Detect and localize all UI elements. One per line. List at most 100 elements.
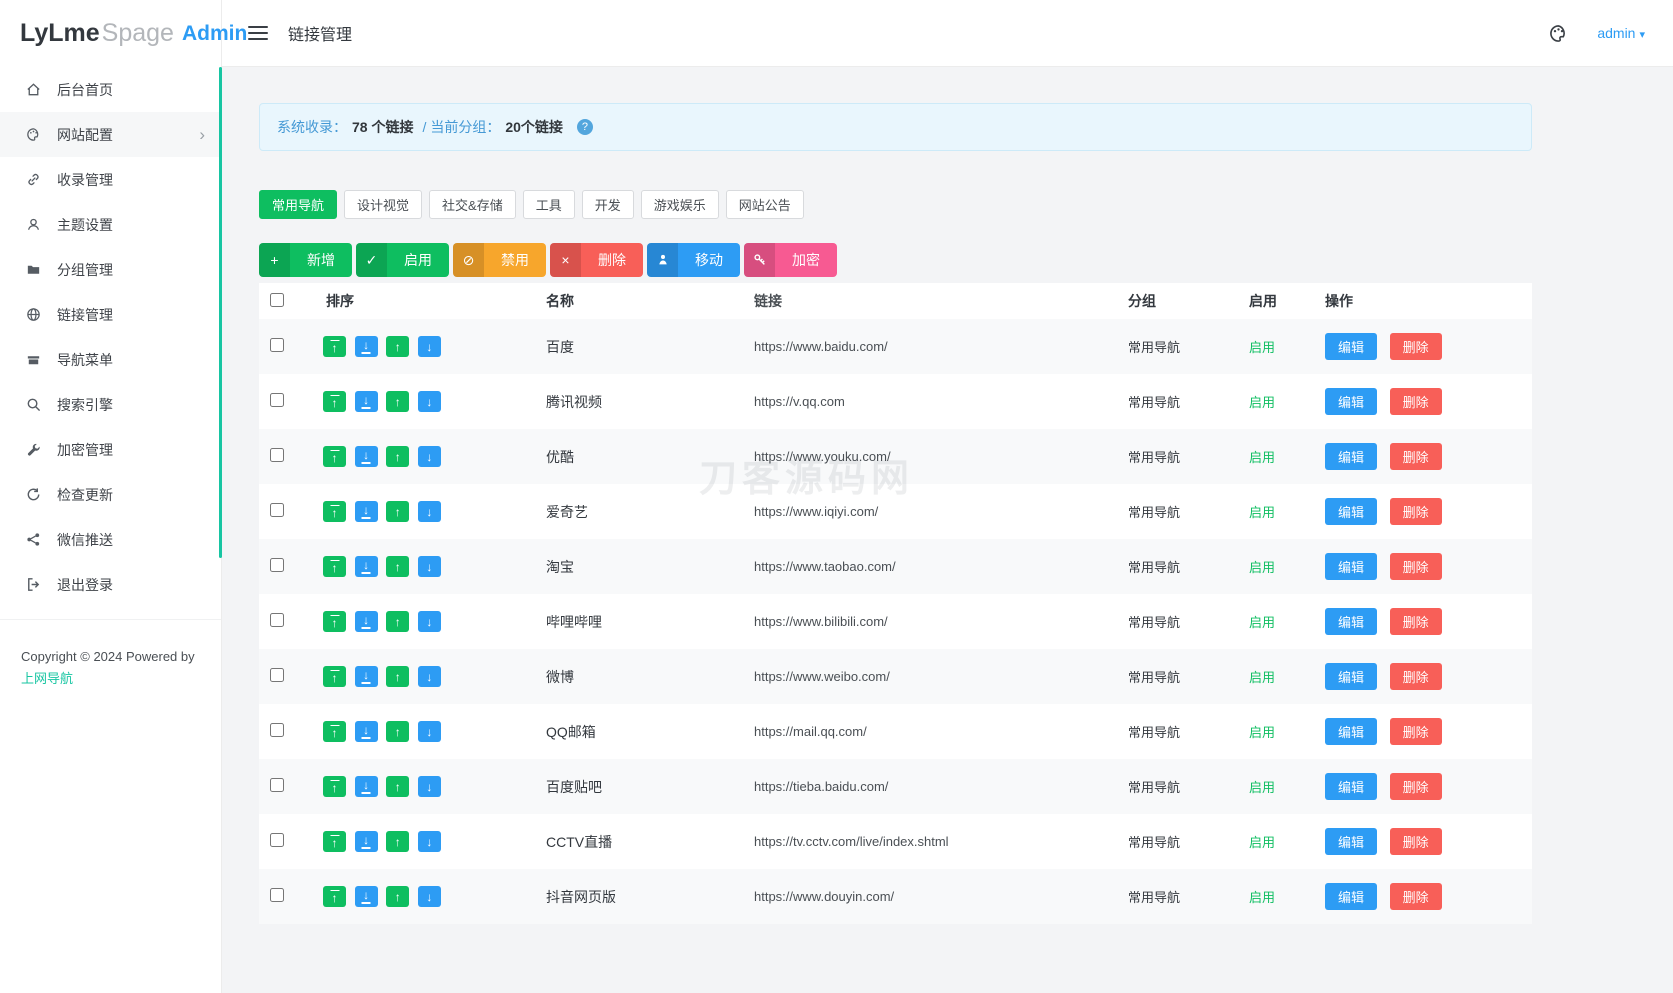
edit-button[interactable]: 编辑 bbox=[1325, 883, 1378, 910]
move-top-button[interactable]: ↑ bbox=[323, 776, 346, 797]
row-checkbox[interactable] bbox=[270, 613, 284, 627]
sidebar-item-wechat-push[interactable]: 微信推送 bbox=[0, 517, 221, 562]
row-checkbox[interactable] bbox=[270, 778, 284, 792]
delete-button[interactable]: 删除 bbox=[1389, 883, 1442, 910]
row-checkbox[interactable] bbox=[270, 888, 284, 902]
move-bottom-button[interactable]: ↓ bbox=[354, 336, 378, 357]
edit-button[interactable]: 编辑 bbox=[1325, 498, 1378, 525]
edit-button[interactable]: 编辑 bbox=[1325, 443, 1378, 470]
delete-button[interactable]: 删除 bbox=[1389, 718, 1442, 745]
move-down-button[interactable]: ↓ bbox=[417, 446, 441, 467]
sidebar-item-nav-menu[interactable]: 导航菜单 bbox=[0, 337, 221, 382]
delete-button[interactable]: 删除 bbox=[1389, 333, 1442, 360]
tab-social-storage[interactable]: 社交&存储 bbox=[429, 190, 516, 219]
sidebar-item-links[interactable]: 链接管理 bbox=[0, 292, 221, 337]
copyright-link[interactable]: 上网导航 bbox=[21, 668, 221, 690]
theme-palette-icon[interactable] bbox=[1548, 23, 1569, 44]
row-checkbox[interactable] bbox=[270, 393, 284, 407]
edit-button[interactable]: 编辑 bbox=[1325, 718, 1378, 745]
move-up-button[interactable]: ↑ bbox=[386, 776, 410, 797]
move-up-button[interactable]: ↑ bbox=[386, 831, 410, 852]
move-down-button[interactable]: ↓ bbox=[417, 556, 441, 577]
tab-game[interactable]: 游戏娱乐 bbox=[640, 190, 719, 219]
move-up-button[interactable]: ↑ bbox=[386, 886, 410, 907]
delete-button[interactable]: 删除 bbox=[1389, 388, 1442, 415]
move-bottom-button[interactable]: ↓ bbox=[354, 391, 378, 412]
move-top-button[interactable]: ↑ bbox=[323, 556, 346, 577]
move-top-button[interactable]: ↑ bbox=[323, 336, 346, 357]
move-top-button[interactable]: ↑ bbox=[323, 831, 346, 852]
delete-button[interactable]: 删除 bbox=[1389, 663, 1442, 690]
move-bottom-button[interactable]: ↓ bbox=[354, 831, 378, 852]
tab-dev[interactable]: 开发 bbox=[581, 190, 634, 219]
move-down-button[interactable]: ↓ bbox=[417, 336, 441, 357]
move-bottom-button[interactable]: ↓ bbox=[354, 666, 378, 687]
move-top-button[interactable]: ↑ bbox=[323, 721, 346, 742]
delete-button[interactable]: 删除 bbox=[1389, 773, 1442, 800]
sidebar-item-home[interactable]: 后台首页 bbox=[0, 67, 221, 112]
row-checkbox[interactable] bbox=[270, 558, 284, 572]
move-up-button[interactable]: ↑ bbox=[386, 446, 410, 467]
tab-design-visual[interactable]: 设计视觉 bbox=[344, 190, 423, 219]
move-top-button[interactable]: ↑ bbox=[323, 886, 346, 907]
sidebar-item-encryption[interactable]: 加密管理 bbox=[0, 427, 221, 472]
row-checkbox[interactable] bbox=[270, 503, 284, 517]
row-checkbox[interactable] bbox=[270, 668, 284, 682]
move-top-button[interactable]: ↑ bbox=[323, 446, 346, 467]
move-up-button[interactable]: ↑ bbox=[386, 501, 410, 522]
row-checkbox[interactable] bbox=[270, 723, 284, 737]
disable-button[interactable]: ⊘ 禁用 bbox=[453, 243, 546, 277]
user-dropdown[interactable]: admin ▾ bbox=[1597, 25, 1645, 41]
sidebar-item-groups[interactable]: 分组管理 bbox=[0, 247, 221, 292]
move-down-button[interactable]: ↓ bbox=[417, 886, 441, 907]
row-checkbox[interactable] bbox=[270, 448, 284, 462]
move-button[interactable]: 移动 bbox=[647, 243, 740, 277]
move-bottom-button[interactable]: ↓ bbox=[354, 446, 378, 467]
move-up-button[interactable]: ↑ bbox=[386, 721, 410, 742]
move-down-button[interactable]: ↓ bbox=[417, 831, 441, 852]
row-checkbox[interactable] bbox=[270, 338, 284, 352]
move-bottom-button[interactable]: ↓ bbox=[354, 556, 378, 577]
enable-button[interactable]: ✓ 启用 bbox=[356, 243, 449, 277]
edit-button[interactable]: 编辑 bbox=[1325, 388, 1378, 415]
encrypt-button[interactable]: 加密 bbox=[744, 243, 837, 277]
tab-tools[interactable]: 工具 bbox=[522, 190, 575, 219]
move-down-button[interactable]: ↓ bbox=[417, 721, 441, 742]
tab-common-nav[interactable]: 常用导航 bbox=[259, 190, 338, 219]
edit-button[interactable]: 编辑 bbox=[1325, 553, 1378, 580]
move-down-button[interactable]: ↓ bbox=[417, 666, 441, 687]
sidebar-item-site-config[interactable]: 网站配置 › bbox=[0, 112, 221, 157]
help-icon[interactable]: ? bbox=[576, 119, 593, 135]
move-up-button[interactable]: ↑ bbox=[386, 391, 410, 412]
move-top-button[interactable]: ↑ bbox=[323, 501, 346, 522]
delete-button[interactable]: 删除 bbox=[1389, 443, 1442, 470]
add-button[interactable]: + 新增 bbox=[259, 243, 352, 277]
move-up-button[interactable]: ↑ bbox=[386, 611, 410, 632]
row-checkbox[interactable] bbox=[270, 833, 284, 847]
edit-button[interactable]: 编辑 bbox=[1325, 663, 1378, 690]
move-top-button[interactable]: ↑ bbox=[323, 611, 346, 632]
edit-button[interactable]: 编辑 bbox=[1325, 828, 1378, 855]
sidebar-item-collection[interactable]: 收录管理 bbox=[0, 157, 221, 202]
sidebar-item-check-update[interactable]: 检查更新 bbox=[0, 472, 221, 517]
move-top-button[interactable]: ↑ bbox=[323, 666, 346, 687]
move-up-button[interactable]: ↑ bbox=[386, 556, 410, 577]
edit-button[interactable]: 编辑 bbox=[1325, 773, 1378, 800]
delete-button[interactable]: 删除 bbox=[1389, 608, 1442, 635]
move-down-button[interactable]: ↓ bbox=[417, 501, 441, 522]
move-bottom-button[interactable]: ↓ bbox=[354, 721, 378, 742]
move-down-button[interactable]: ↓ bbox=[417, 776, 441, 797]
delete-button[interactable]: 删除 bbox=[1389, 553, 1442, 580]
move-top-button[interactable]: ↑ bbox=[323, 391, 346, 412]
sidebar-item-search-engine[interactable]: 搜索引擎 bbox=[0, 382, 221, 427]
hamburger-menu-icon[interactable] bbox=[248, 26, 268, 40]
edit-button[interactable]: 编辑 bbox=[1325, 608, 1378, 635]
move-down-button[interactable]: ↓ bbox=[417, 611, 441, 632]
bulk-delete-button[interactable]: × 删除 bbox=[550, 243, 643, 277]
sidebar-item-theme[interactable]: 主题设置 bbox=[0, 202, 221, 247]
edit-button[interactable]: 编辑 bbox=[1325, 333, 1378, 360]
sidebar-item-logout[interactable]: 退出登录 bbox=[0, 562, 221, 607]
move-bottom-button[interactable]: ↓ bbox=[354, 886, 378, 907]
select-all-checkbox[interactable] bbox=[270, 292, 284, 307]
move-bottom-button[interactable]: ↓ bbox=[354, 501, 378, 522]
